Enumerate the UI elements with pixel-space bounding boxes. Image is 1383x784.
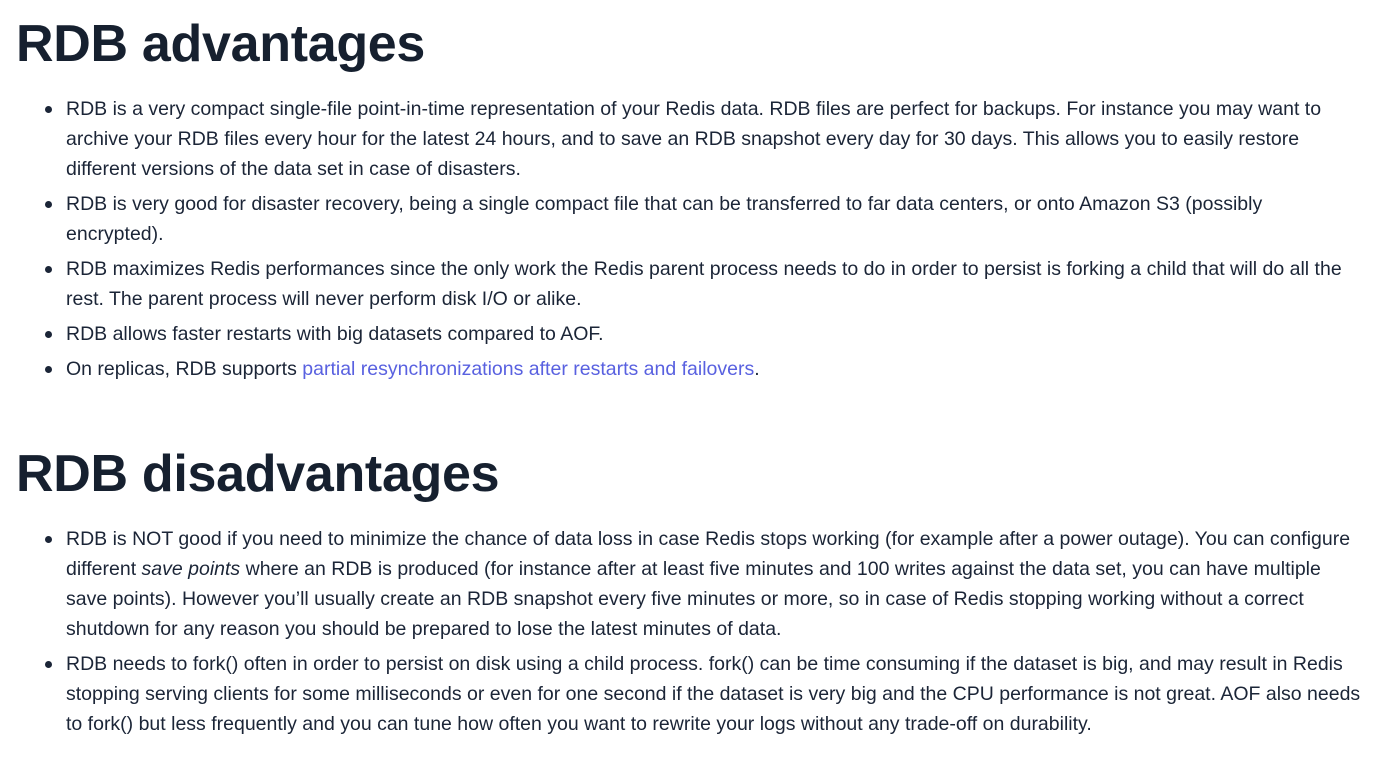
heading-rdb-disadvantages: RDB disadvantages (16, 445, 500, 503)
list-item-text: RDB is very good for disaster recovery, … (66, 193, 1263, 245)
list-item-text-suffix: . (754, 358, 760, 380)
bullet-icon (45, 366, 52, 373)
list-item: RDB is very good for disaster recovery, … (16, 189, 1361, 249)
bullet-icon (45, 661, 52, 668)
list-item-text-prefix: On replicas, RDB supports (66, 358, 303, 380)
bullet-icon (45, 266, 52, 273)
bullet-icon (45, 536, 52, 543)
list-item-text: RDB needs to fork() often in order to pe… (66, 653, 1361, 735)
bullet-icon (45, 331, 52, 338)
bullet-icon (45, 201, 52, 208)
list-item: RDB is NOT good if you need to minimize … (16, 524, 1361, 644)
list-item-text-after: where an RDB is produced (for instance a… (66, 558, 1321, 640)
disadvantages-list: RDB is NOT good if you need to minimize … (16, 524, 1361, 744)
advantages-list: RDB is a very compact single-file point-… (16, 94, 1361, 389)
list-item: RDB allows faster restarts with big data… (16, 319, 1361, 349)
list-item: On replicas, RDB supports partial resync… (16, 354, 1361, 384)
list-item-text: RDB allows faster restarts with big data… (66, 323, 604, 345)
page: RDB advantages RDB is a very compact sin… (0, 0, 1383, 784)
save-points-emphasis: save points (141, 558, 241, 580)
list-item-text: RDB is a very compact single-file point-… (66, 98, 1322, 180)
list-item: RDB is a very compact single-file point-… (16, 94, 1361, 184)
heading-rdb-advantages: RDB advantages (16, 15, 426, 73)
bullet-icon (45, 106, 52, 113)
partial-resync-link[interactable]: partial resynchronizations after restart… (302, 358, 754, 380)
list-item: RDB maximizes Redis performances since t… (16, 254, 1361, 314)
list-item: RDB needs to fork() often in order to pe… (16, 649, 1361, 739)
list-item-text: RDB maximizes Redis performances since t… (66, 258, 1342, 310)
